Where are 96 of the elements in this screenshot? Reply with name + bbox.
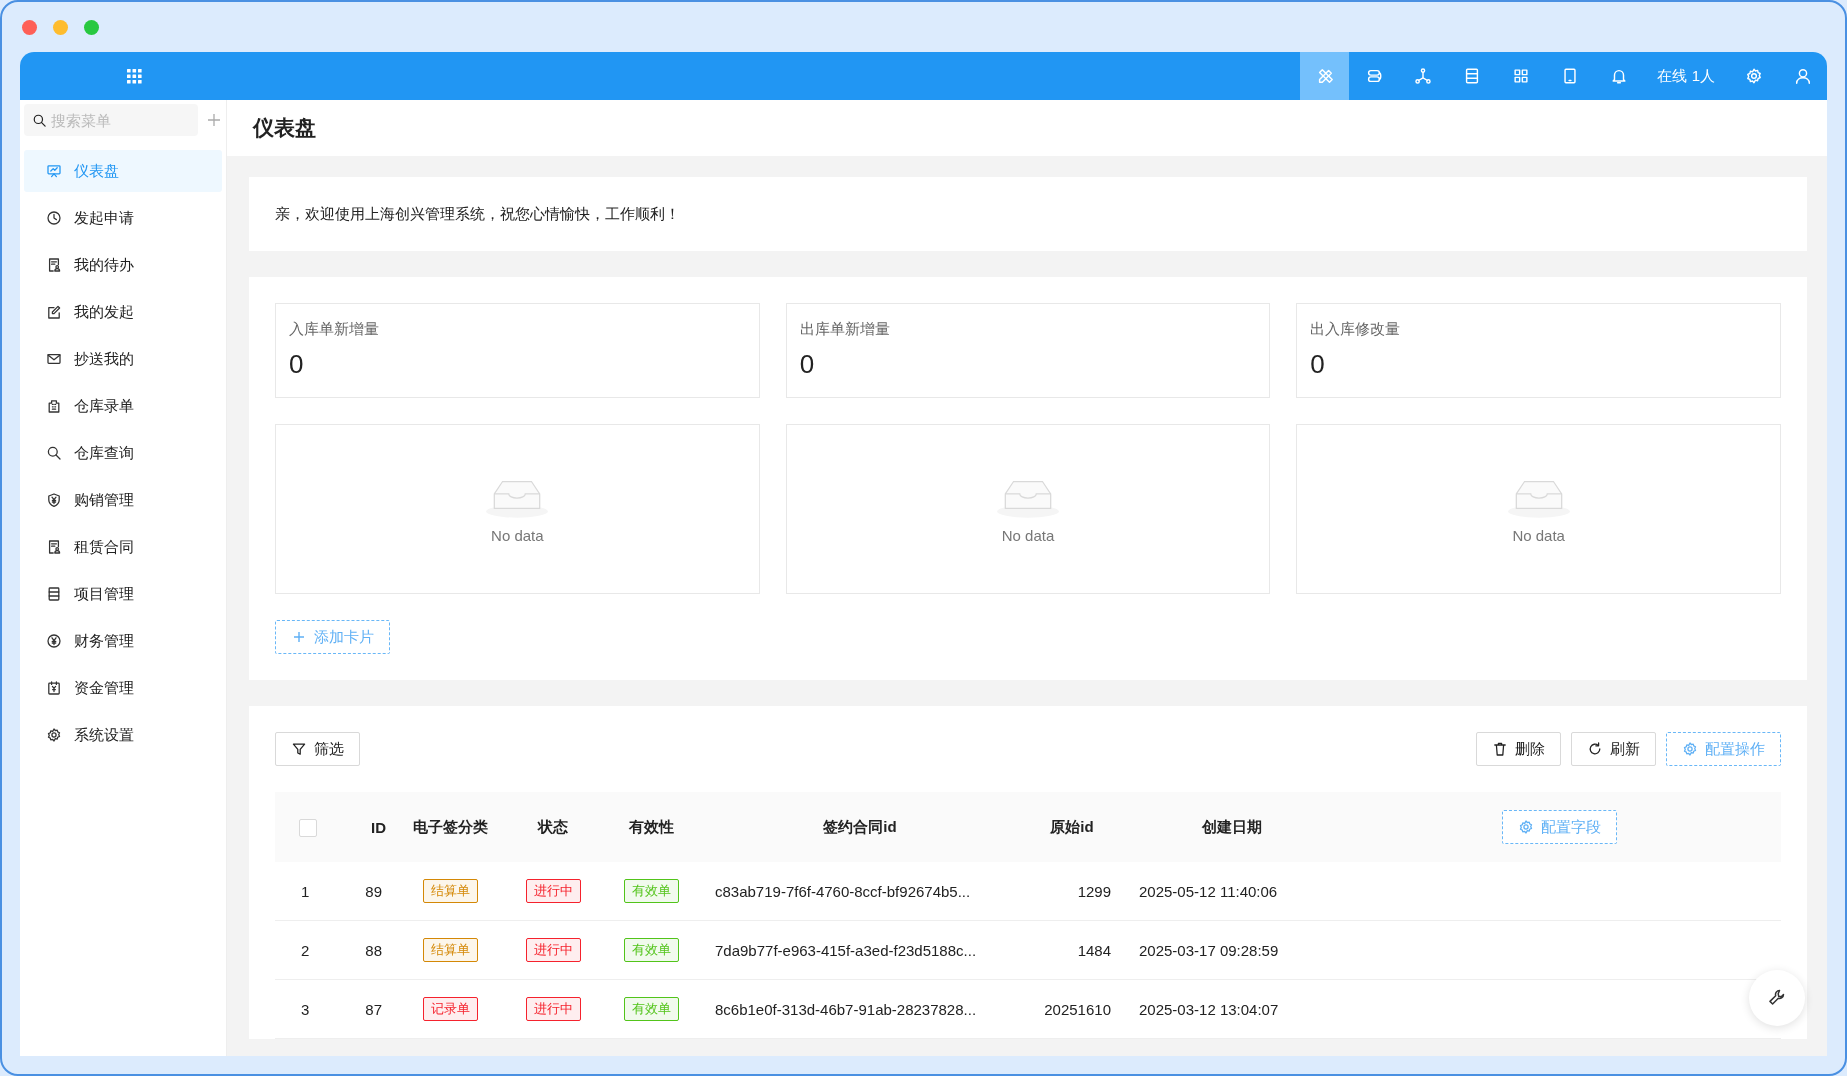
toggle-icon [1365,67,1383,85]
validity-tag: 有效单 [624,938,679,962]
empty-state-text: No data [491,526,544,544]
row-number: 2 [301,941,310,959]
sidebar-item[interactable]: 系统设置 [24,714,222,756]
menu-search-field[interactable]: 搜索菜单 [24,104,198,136]
gear-icon [1518,819,1534,835]
table-cell: 2025-05-12 11:40:06 [1139,882,1278,900]
sidebar-item[interactable]: 仓库查询 [24,432,222,474]
minimize-window-button[interactable] [53,19,68,35]
table-cell: 1484 [1077,941,1111,959]
stat-value: 0 [799,349,815,380]
stat-label: 出入库修改量 [1310,320,1401,339]
filter-button[interactable]: 筛选 [275,732,360,766]
empty-state-text: No data [1512,526,1565,544]
clock-icon [46,210,62,226]
stat-label: 出库单新增量 [799,320,890,339]
stat-value: 0 [289,349,304,380]
edit-icon [46,304,62,320]
row-number: 1 [301,882,310,900]
sidebar-item[interactable]: 项目管理 [24,573,222,615]
filter-icon [291,741,307,757]
table-cell: 7da9b77f-e963-415f-a3ed-f23d5188c... [715,941,977,959]
trash-icon [1492,741,1508,757]
wrench-icon [1767,988,1787,1008]
search-icon [46,445,62,461]
shield-yen-icon [46,492,62,508]
sidebar-item[interactable]: 财务管理 [24,620,222,662]
refresh-icon [1587,741,1603,757]
search-icon [32,113,47,128]
column-header: 创建日期 [1201,817,1262,835]
sidebar-item[interactable]: 我的待办 [24,244,222,286]
table-cell: 88 [365,941,382,959]
column-header: ID [371,818,386,836]
validity-tag: 有效单 [624,879,679,903]
row-number: 3 [301,1000,310,1018]
toolbar-button[interactable]: 刷新 [1571,732,1656,766]
table-cell: 8c6b1e0f-313d-46b7-91ab-28237828... [715,1000,977,1018]
column-header: 原始id [1050,817,1094,835]
status-tag: 进行中 [525,938,581,962]
welcome-message: 亲，欢迎使用上海创兴管理系统，祝您心情愉快，工作顺利！ [275,204,680,224]
settings-icon [1744,67,1763,85]
yen-circle-icon [46,633,62,649]
table-cell: c83ab719-7f6f-4760-8ccf-bf92674b5... [715,882,971,900]
plus-icon [206,112,222,128]
server-icon [1463,67,1481,85]
toolbar-button[interactable]: 删除 [1476,732,1561,766]
table-cell: 2025-03-17 09:28:59 [1139,941,1279,959]
plus-icon [291,629,307,645]
sidebar-item[interactable]: 资金管理 [24,667,222,709]
category-tag: 记录单 [422,997,478,1021]
close-window-button[interactable] [22,19,37,35]
settings-icon [1682,741,1698,757]
category-tag: 结算单 [422,879,478,903]
validity-tag: 有效单 [624,997,679,1021]
status-tag: 进行中 [525,997,581,1021]
apps-grid-icon[interactable] [125,68,142,84]
calendar-yen-icon [46,680,62,696]
tablet-icon [1561,67,1579,85]
stat-value: 0 [1310,349,1325,380]
status-tag: 进行中 [525,879,581,903]
nodes-icon [1414,67,1432,85]
sidebar-item[interactable]: 租赁合同 [24,526,222,568]
column-header: 电子签分类 [412,817,488,835]
table-cell: 2025-03-12 13:04:07 [1139,1000,1279,1018]
sidebar-item[interactable]: 发起申请 [24,197,222,239]
select-all-checkbox[interactable] [299,818,317,837]
empty-state-text: No data [1001,526,1055,544]
pencil-ruler-icon [1316,67,1334,85]
sidebar-item[interactable]: 抄送我的 [24,338,222,380]
building-icon [46,398,62,414]
bell-icon [1610,67,1628,85]
document-user-icon [46,257,62,273]
category-tag: 结算单 [422,938,478,962]
sidebar-item[interactable]: 我的发起 [24,291,222,333]
column-header: 状态 [538,817,568,835]
settings-icon [46,727,62,743]
table-cell: 89 [365,882,382,900]
table-cell: 87 [365,1000,382,1018]
page-title: 仪表盘 [253,115,316,141]
toolbar-button[interactable] [1300,52,1350,100]
grid-icon [1512,67,1530,85]
column-header: 签约合同id [823,817,897,835]
document-user-icon [46,539,62,555]
stat-label: 入库单新增量 [289,320,379,339]
column-header: 有效性 [629,817,674,835]
chart-monitor-icon [46,163,62,179]
mail-icon [46,351,62,367]
add-button[interactable] [206,112,222,128]
sidebar-item[interactable]: 购销管理 [24,479,222,521]
table-cell: 1299 [1077,882,1111,900]
server-icon [46,586,62,602]
zoom-window-button[interactable] [84,19,99,35]
sidebar-item[interactable]: 仓库录单 [24,385,222,427]
table-cell: 20251610 [1044,1000,1111,1018]
user-icon [1793,67,1812,85]
